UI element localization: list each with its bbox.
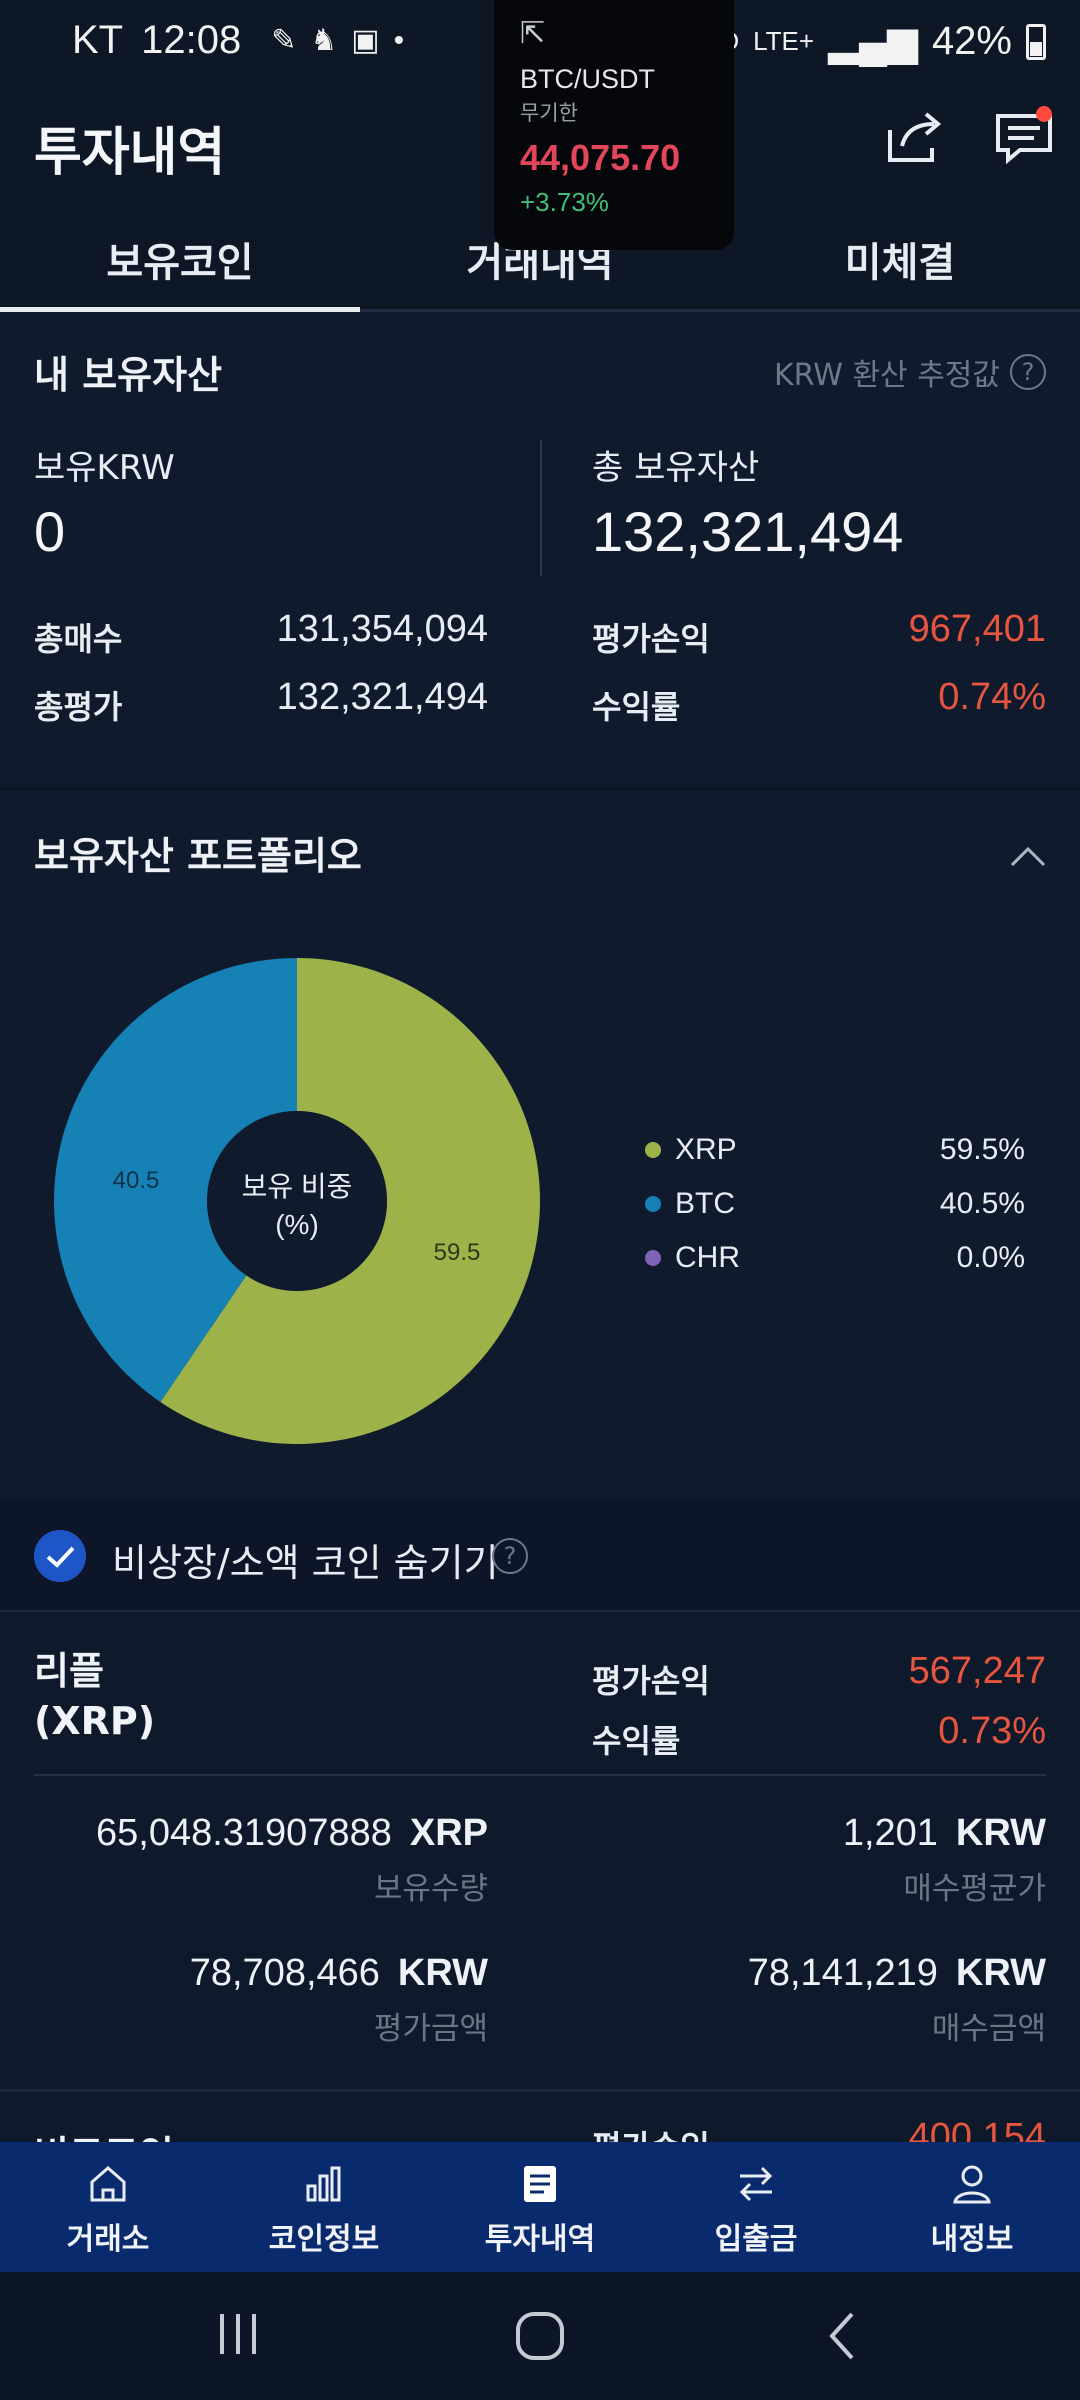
my-assets-section: 내 보유자산 KRW 환산 추정값 ? 보유KRW 0 총 보유자산 132,3… bbox=[0, 312, 1080, 790]
legend-dot bbox=[645, 1142, 661, 1158]
total-assets-value: 132,321,494 bbox=[592, 500, 904, 563]
evaluation-amount: 78,708,466 KRW 평가금액 bbox=[189, 1952, 488, 2047]
slice-label-xrp: 59.5 bbox=[434, 1239, 481, 1266]
more-notifications-icon: • bbox=[393, 23, 405, 57]
nav-investments[interactable]: 투자내역 bbox=[432, 2142, 648, 2272]
coin-pnl-value: 567,247 bbox=[908, 1650, 1046, 1692]
clock: 12:08 bbox=[141, 18, 242, 62]
holdings-donut-chart: 보유 비중 (%) 59.5 40.5 bbox=[53, 958, 540, 1444]
notification-app-icon: ▣ bbox=[351, 24, 380, 57]
divider bbox=[540, 440, 542, 576]
pnl-value: 967,401 bbox=[908, 608, 1046, 650]
signal-icon: ▂▄▆ bbox=[828, 19, 918, 64]
total-assets-label: 총 보유자산 bbox=[592, 448, 760, 488]
divider bbox=[34, 1774, 1046, 1776]
notification-app-icon: ✎ bbox=[271, 24, 297, 57]
bar-chart-icon bbox=[306, 2166, 341, 2202]
nav-exchange[interactable]: 거래소 bbox=[0, 2142, 216, 2272]
return-label: 수익률 bbox=[592, 688, 681, 726]
page-title: 투자내역 bbox=[34, 123, 226, 183]
portfolio-legend: XRP 59.5% BTC 40.5% CHR 0.0% bbox=[645, 1123, 1025, 1285]
legend-item-btc: BTC 40.5% bbox=[645, 1177, 1025, 1231]
donut-center-unit: (%) bbox=[275, 1209, 319, 1240]
portfolio-title: 보유자산 포트폴리오 bbox=[34, 834, 362, 878]
hide-small-coins-label[interactable]: 비상장/소액 코인 숨기기 bbox=[112, 1532, 499, 1587]
coin-name: 리플 bbox=[34, 1649, 104, 1693]
legend-item-xrp: XRP 59.5% bbox=[645, 1123, 1025, 1177]
total-buy-value: 131,354,094 bbox=[276, 608, 488, 650]
average-buy-price: 1,201 KRW 매수평균가 bbox=[842, 1812, 1046, 1907]
portfolio-section: 보유자산 포트폴리오 보유 비중 (%) 59.5 40.5 XRP 59.5%… bbox=[0, 793, 1080, 1498]
help-icon[interactable]: ? bbox=[1010, 354, 1046, 390]
donut-center-label: 보유 비중 bbox=[242, 1171, 353, 1202]
system-nav-bar bbox=[0, 2272, 1080, 2400]
bottom-nav: 거래소 코인정보 투자내역 입출금 내정보 bbox=[0, 2142, 1080, 2272]
recent-apps-icon[interactable] bbox=[216, 2310, 260, 2358]
checkbox-checked-icon[interactable] bbox=[34, 1530, 86, 1582]
coin-pnl-label: 평가손익 bbox=[592, 1662, 710, 1700]
ticker-change: +3.73% bbox=[520, 187, 609, 217]
ticker-price: 44,075.70 bbox=[520, 137, 681, 178]
network-type: LTE+ bbox=[753, 26, 815, 56]
ticker-pair: BTC/USDT bbox=[520, 64, 655, 94]
coin-return-label: 수익률 bbox=[592, 1722, 681, 1760]
document-icon bbox=[524, 2166, 556, 2202]
carrier-label: KT bbox=[72, 18, 124, 62]
pnl-label: 평가손익 bbox=[592, 620, 710, 658]
slice-label-btc: 40.5 bbox=[113, 1167, 160, 1194]
coin-name: 비트코인 bbox=[34, 2124, 174, 2142]
nav-my-info[interactable]: 내정보 bbox=[864, 2142, 1080, 2272]
coin-pnl-label: 평가손익 bbox=[592, 2122, 710, 2142]
coin-pnl-value: 400,154 bbox=[908, 2116, 1046, 2142]
coin-return-value: 0.73% bbox=[938, 1710, 1046, 1752]
hide-small-coins-row[interactable]: 비상장/소액 코인 숨기기 ? bbox=[0, 1498, 1080, 1612]
cast-icon[interactable]: ⇱ bbox=[520, 16, 708, 56]
collapse-chevron-icon[interactable] bbox=[1010, 845, 1046, 869]
coin-card-next[interactable]: 비트코인 평가손익 400,154 bbox=[0, 2092, 1080, 2142]
user-icon bbox=[953, 2165, 991, 2204]
total-eval-label: 총평가 bbox=[34, 688, 123, 726]
section-title: 내 보유자산 bbox=[34, 353, 223, 397]
return-value: 0.74% bbox=[938, 676, 1046, 718]
total-buy-label: 총매수 bbox=[34, 620, 123, 658]
battery-percent: 42% bbox=[931, 19, 1012, 63]
floating-ticker-widget[interactable]: ⇱ BTC/USDT 무기한 44,075.70 +3.73% bbox=[494, 0, 734, 250]
holding-quantity: 65,048.31907888 XRP 보유수량 bbox=[96, 1812, 488, 1907]
buy-amount: 78,141,219 KRW 매수금액 bbox=[747, 1952, 1046, 2047]
tab-open-orders[interactable]: 미체결 bbox=[720, 220, 1080, 309]
legend-item-chr: CHR 0.0% bbox=[645, 1231, 1025, 1285]
ticker-contract-type: 무기한 bbox=[520, 102, 578, 125]
share-icon[interactable] bbox=[880, 102, 950, 172]
notification-app-icon: ♞ bbox=[310, 24, 338, 57]
held-krw-value: 0 bbox=[34, 500, 66, 563]
home-icon bbox=[90, 2166, 126, 2202]
home-button-icon[interactable] bbox=[514, 2310, 566, 2362]
coin-card-xrp[interactable]: 리플 (XRP) 평가손익 567,247 수익률 0.73% 65,048.3… bbox=[0, 1612, 1080, 2092]
held-krw-label: 보유KRW bbox=[34, 448, 175, 488]
help-icon[interactable]: ? bbox=[492, 1538, 528, 1574]
legend-dot bbox=[645, 1250, 661, 1266]
nav-coin-info[interactable]: 코인정보 bbox=[216, 2142, 432, 2272]
coin-symbol: (XRP) bbox=[34, 1699, 156, 1743]
total-eval-value: 132,321,494 bbox=[276, 676, 488, 718]
back-icon[interactable] bbox=[824, 2310, 860, 2362]
krw-estimate-note[interactable]: KRW 환산 추정값 ? bbox=[774, 350, 1046, 394]
transfer-icon bbox=[739, 2166, 773, 2202]
nav-deposit-withdraw[interactable]: 입출금 bbox=[648, 2142, 864, 2272]
notification-dot bbox=[1036, 106, 1052, 122]
battery-icon bbox=[1026, 23, 1046, 60]
legend-dot bbox=[645, 1196, 661, 1212]
tab-holdings[interactable]: 보유코인 bbox=[0, 220, 360, 312]
